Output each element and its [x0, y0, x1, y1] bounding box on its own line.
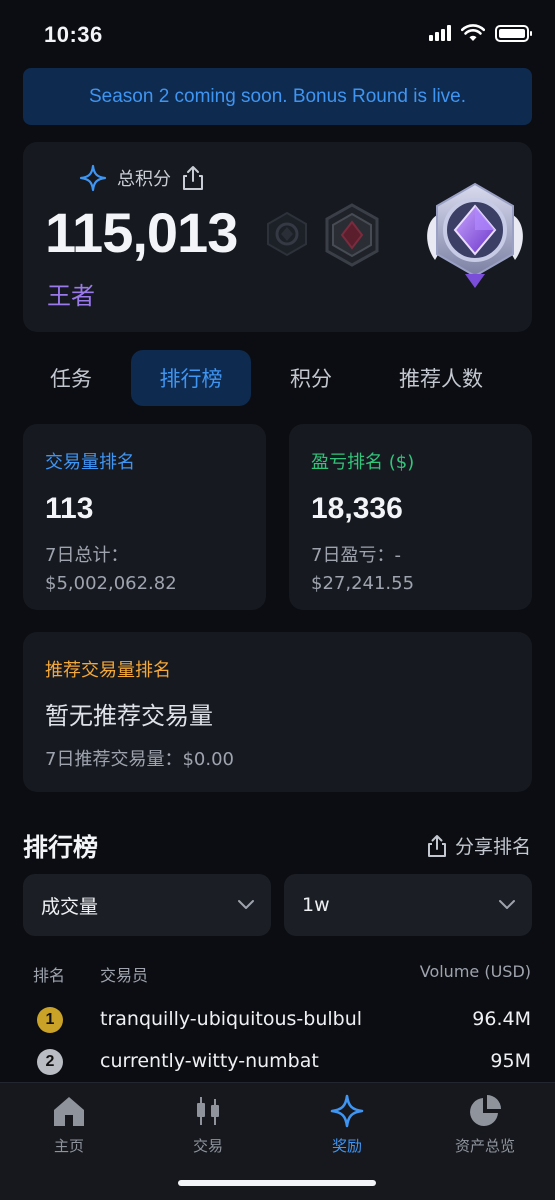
tab-bar: 任务 排行榜 积分 推荐人数 — [23, 350, 532, 406]
volume-7d-total: 7日总计： $5,002,062.82 — [45, 542, 244, 598]
volume-7d-value: $5,002,062.82 — [45, 573, 177, 594]
pnl-rank-value: 18,336 — [311, 492, 403, 525]
share-rank-label: 分享排名 — [454, 836, 531, 858]
column-header-rank: 排名 — [33, 966, 66, 985]
period-select[interactable]: 1w — [284, 874, 532, 936]
volume-7d-label: 7日总计： — [45, 545, 129, 566]
volume-rank-title: 交易量排名 — [45, 452, 135, 473]
trader-name: currently-witty-numbat — [100, 1050, 319, 1072]
pnl-rank-card: 盈亏排名 ($) 18,336 7日盈亏：- $27,241.55 — [289, 424, 532, 610]
king-rank-badge-icon — [427, 182, 523, 288]
column-header-volume: Volume (USD) — [419, 962, 531, 981]
nav-trade[interactable]: 交易 — [148, 1093, 268, 1156]
pnl-7d-value: $27,241.55 — [311, 573, 415, 594]
nav-rewards-label: 奖励 — [331, 1137, 362, 1155]
wifi-icon — [461, 24, 485, 41]
tab-points[interactable]: 积分 — [265, 350, 357, 406]
metric-select[interactable]: 成交量 — [23, 874, 271, 936]
leaderboard-row[interactable]: 1 tranquilly-ubiquitous-bulbul 96.4M — [0, 1006, 555, 1050]
sparkle-icon — [79, 164, 107, 192]
referral-empty-text: 暂无推荐交易量 — [45, 702, 213, 730]
period-select-value: 1w — [302, 894, 330, 916]
trader-name: tranquilly-ubiquitous-bulbul — [100, 1008, 363, 1030]
points-label: 总积分 — [117, 169, 171, 190]
locked-badge-medium-icon — [325, 203, 379, 267]
referral-7d-volume: 7日推荐交易量：$0.00 — [45, 749, 234, 770]
trader-volume: 95M — [490, 1050, 531, 1072]
tab-referrals[interactable]: 推荐人数 — [377, 350, 505, 406]
sparkle-icon — [330, 1094, 364, 1128]
referral-volume-card: 推荐交易量排名 暂无推荐交易量 7日推荐交易量：$0.00 — [23, 632, 532, 792]
status-icons — [429, 24, 532, 42]
rank-title: 王者 — [47, 282, 95, 310]
status-time: 10:36 — [44, 22, 103, 47]
share-icon — [427, 834, 446, 857]
pnl-7d-label: 7日盈亏：- — [311, 545, 401, 566]
leaderboard-title: 排行榜 — [23, 833, 99, 862]
silver-medal-icon: 2 — [37, 1049, 63, 1075]
nav-trade-label: 交易 — [192, 1137, 223, 1155]
tab-tasks[interactable]: 任务 — [23, 350, 119, 406]
points-value: 115,013 — [45, 201, 238, 264]
trader-volume: 96.4M — [472, 1008, 531, 1030]
pnl-7d-total: 7日盈亏：- $27,241.55 — [311, 542, 510, 598]
pie-chart-icon — [470, 1095, 501, 1126]
candlestick-icon — [197, 1097, 219, 1125]
home-icon — [54, 1097, 84, 1126]
nav-rewards[interactable]: 奖励 — [287, 1093, 407, 1156]
volume-rank-card: 交易量排名 113 7日总计： $5,002,062.82 — [23, 424, 266, 610]
home-indicator[interactable] — [178, 1180, 376, 1186]
locked-badge-small-icon — [267, 211, 307, 257]
pnl-rank-title: 盈亏排名 ($) — [311, 452, 415, 473]
referral-volume-title: 推荐交易量排名 — [45, 660, 171, 681]
metric-select-value: 成交量 — [41, 895, 99, 918]
share-icon[interactable] — [181, 165, 205, 191]
nav-home[interactable]: 主页 — [9, 1093, 129, 1156]
nav-home-label: 主页 — [53, 1137, 84, 1155]
points-card: 总积分 115,013 王者 — [23, 142, 532, 332]
tab-leaderboard[interactable]: 排行榜 — [131, 350, 251, 406]
chevron-down-icon — [238, 900, 254, 909]
points-label-row: 总积分 — [79, 164, 205, 192]
chevron-down-icon — [499, 900, 515, 909]
signal-icon — [429, 25, 451, 41]
gold-medal-icon: 1 — [37, 1007, 63, 1033]
season-banner[interactable]: Season 2 coming soon. Bonus Round is liv… — [23, 68, 532, 125]
status-bar: 10:36 — [0, 0, 555, 66]
share-rank-button[interactable]: 分享排名 — [427, 832, 531, 859]
nav-portfolio[interactable]: 资产总览 — [425, 1093, 545, 1156]
column-header-trader: 交易员 — [100, 966, 149, 985]
battery-icon — [495, 24, 532, 42]
nav-portfolio-label: 资产总览 — [454, 1137, 515, 1155]
volume-rank-value: 113 — [45, 492, 94, 525]
